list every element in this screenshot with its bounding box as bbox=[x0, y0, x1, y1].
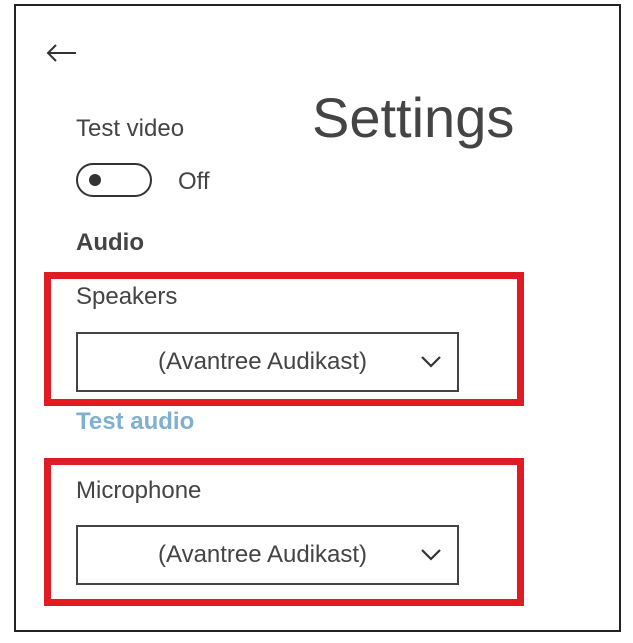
microphone-label: Microphone bbox=[76, 477, 202, 504]
speakers-selected-value: (Avantree Audikast) bbox=[158, 348, 368, 375]
chevron-down-icon bbox=[421, 549, 441, 561]
test-audio-link[interactable]: Test audio bbox=[76, 407, 194, 437]
back-button[interactable] bbox=[44, 38, 80, 68]
test-video-label: Test video bbox=[76, 115, 185, 142]
toggle-knob bbox=[89, 174, 101, 186]
microphone-dropdown[interactable]: (Avantree Audikast) bbox=[76, 525, 459, 585]
chevron-down-icon bbox=[421, 356, 441, 368]
page-title: Settings bbox=[312, 86, 515, 149]
microphone-selected-value: (Avantree Audikast) bbox=[158, 541, 368, 568]
speakers-dropdown[interactable]: (Avantree Audikast) bbox=[76, 332, 459, 392]
test-video-toggle[interactable] bbox=[76, 163, 152, 197]
speakers-label: Speakers bbox=[76, 283, 178, 310]
back-arrow-icon bbox=[46, 44, 76, 62]
audio-section-heading: Audio bbox=[76, 229, 144, 256]
toggle-state-label: Off bbox=[178, 168, 210, 195]
